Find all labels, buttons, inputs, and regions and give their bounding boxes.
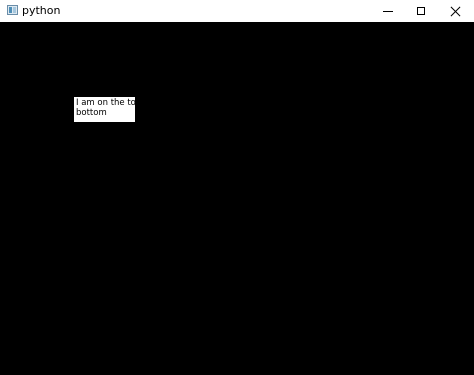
maximize-icon (417, 7, 425, 15)
label-line-bottom: bottom (76, 108, 107, 118)
minimize-button[interactable] (371, 0, 405, 22)
window-title: python (22, 4, 61, 17)
text-label: I am on the top bottom (74, 97, 142, 122)
drawing-canvas[interactable]: I am on the top bottom (0, 22, 474, 375)
close-button[interactable] (438, 0, 472, 22)
title-bar[interactable]: python (0, 0, 474, 22)
python-app-icon (7, 5, 18, 15)
close-icon (450, 6, 461, 17)
minimize-icon (383, 10, 393, 12)
label-line-top: I am on the top (76, 98, 142, 108)
app-window: python I am on the top bottom (0, 0, 474, 375)
maximize-button[interactable] (404, 0, 438, 22)
